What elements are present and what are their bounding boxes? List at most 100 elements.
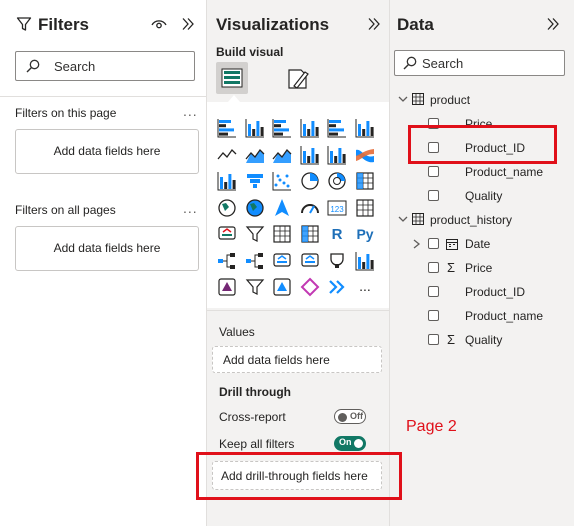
line-column-chart-icon[interactable] (300, 145, 320, 165)
filters-page-more-icon[interactable]: ... (183, 103, 198, 119)
donut-chart-icon[interactable] (327, 171, 347, 191)
table-row[interactable]: product_history (390, 209, 574, 231)
table-icon[interactable] (272, 224, 292, 244)
r-visual-icon[interactable]: R (327, 224, 347, 244)
annotation-box-product-id (408, 125, 557, 164)
collapse-visualizations-icon[interactable] (367, 17, 381, 31)
expand-chevron-right-icon[interactable] (412, 239, 421, 249)
collapse-data-icon[interactable] (546, 17, 560, 31)
chevron-visual-icon[interactable] (327, 277, 347, 297)
clustered-column-chart-icon[interactable] (300, 118, 320, 138)
field-checkbox[interactable] (428, 310, 439, 321)
toggle-knob (338, 413, 347, 422)
filters-all-more-icon[interactable]: ... (183, 200, 198, 216)
power-automate-icon[interactable] (245, 277, 265, 297)
build-visual-label: Build visual (216, 45, 284, 59)
filters-on-this-page-label: Filters on this page (15, 106, 117, 120)
diamond-visual-icon[interactable] (300, 277, 320, 297)
field-checkbox[interactable] (428, 166, 439, 177)
field-row[interactable]: Product_name (390, 161, 574, 183)
keep-filters-label: Keep all filters (219, 437, 295, 451)
data-search-input[interactable]: Search (394, 50, 565, 76)
filters-page-drop-well[interactable]: Add data fields here (15, 129, 199, 174)
azure-map-icon[interactable] (272, 198, 292, 218)
metrics-icon[interactable] (327, 251, 347, 271)
stacked-area-chart-icon[interactable] (272, 145, 292, 165)
filters-all-drop-well[interactable]: Add data fields here (15, 226, 199, 271)
expand-chevron-icon[interactable] (398, 214, 408, 224)
field-row[interactable]: Σ Price (390, 257, 574, 279)
build-visual-tab[interactable] (216, 62, 248, 94)
funnel-chart-icon[interactable] (245, 171, 265, 191)
100-percent-column-chart-icon[interactable] (355, 118, 375, 138)
table-icon (412, 93, 424, 105)
filters-search-input[interactable]: Search (15, 51, 195, 81)
custom-visual-icon[interactable] (272, 277, 292, 297)
100-percent-bar-chart-icon[interactable] (327, 118, 347, 138)
data-pane: Data Search product Price Product_ID Produc… (390, 0, 574, 526)
field-name: Price (465, 261, 493, 275)
table-row[interactable]: product (390, 89, 574, 111)
key-influencers-icon[interactable] (217, 251, 237, 271)
build-visual-icon (221, 68, 243, 88)
stacked-bar-chart-icon[interactable] (217, 118, 237, 138)
stacked-column-chart-icon[interactable] (245, 118, 265, 138)
field-row[interactable]: Σ Quality (390, 329, 574, 351)
svg-text:R: R (332, 226, 343, 243)
ribbon-chart-icon[interactable] (355, 145, 375, 165)
qa-icon[interactable] (272, 251, 292, 271)
field-checkbox[interactable] (428, 262, 439, 273)
clustered-bar-chart-icon[interactable] (272, 118, 292, 138)
filters-on-all-pages-label: Filters on all pages (15, 203, 116, 217)
pie-chart-icon[interactable] (300, 171, 320, 191)
eye-icon[interactable] (151, 17, 167, 31)
more-visuals-icon[interactable]: ... (355, 277, 375, 297)
filled-map-icon[interactable] (245, 198, 265, 218)
filters-pane: Filters Search Filters on this page ... … (0, 0, 207, 526)
smart-narrative-icon[interactable] (300, 251, 320, 271)
field-name: Quality (465, 189, 503, 203)
scatter-chart-icon[interactable] (272, 171, 292, 191)
visualizations-title: Visualizations (216, 15, 330, 34)
keep-filters-toggle[interactable]: On (334, 436, 366, 451)
collapse-filters-icon[interactable] (181, 17, 195, 31)
waterfall-chart-icon[interactable] (217, 171, 237, 191)
power-apps-icon[interactable] (217, 277, 237, 297)
expand-chevron-icon[interactable] (398, 94, 408, 104)
svg-text:...: ... (359, 278, 371, 294)
slicer-icon[interactable] (245, 224, 265, 244)
paginated-report-icon[interactable] (355, 251, 375, 271)
python-visual-icon[interactable]: Py (355, 224, 375, 244)
cross-report-label: Cross-report (219, 410, 286, 424)
field-row[interactable]: Date (390, 233, 574, 255)
area-chart-icon[interactable] (245, 145, 265, 165)
field-checkbox[interactable] (428, 238, 439, 249)
viz-divider (207, 310, 389, 311)
map-icon[interactable] (217, 198, 237, 218)
cross-report-toggle[interactable]: Off (334, 409, 366, 424)
data-title: Data (397, 15, 434, 34)
field-checkbox[interactable] (428, 190, 439, 201)
field-checkbox[interactable] (428, 286, 439, 297)
decomposition-tree-icon[interactable] (245, 251, 265, 271)
values-drop-well[interactable]: Add data fields here (212, 346, 382, 373)
multi-row-card-icon[interactable] (355, 198, 375, 218)
line-chart-icon[interactable] (217, 145, 237, 165)
toggle-knob (354, 439, 363, 448)
field-row[interactable]: Product_name (390, 305, 574, 327)
card-icon[interactable]: 123 (327, 198, 347, 218)
field-checkbox[interactable] (428, 334, 439, 345)
kpi-icon[interactable] (217, 224, 237, 244)
field-name: Product_name (465, 165, 544, 179)
annotation-page-label: Page 2 (406, 418, 457, 435)
gauge-icon[interactable] (300, 198, 320, 218)
svg-text:Py: Py (356, 226, 373, 242)
matrix-icon[interactable] (300, 224, 320, 244)
values-label: Values (219, 325, 255, 339)
field-row[interactable]: Quality (390, 185, 574, 207)
treemap-icon[interactable] (355, 171, 375, 191)
data-search-placeholder: Search (422, 56, 464, 71)
field-row[interactable]: Product_ID (390, 281, 574, 303)
format-visual-icon[interactable] (285, 66, 311, 92)
line-clustered-column-chart-icon[interactable] (327, 145, 347, 165)
